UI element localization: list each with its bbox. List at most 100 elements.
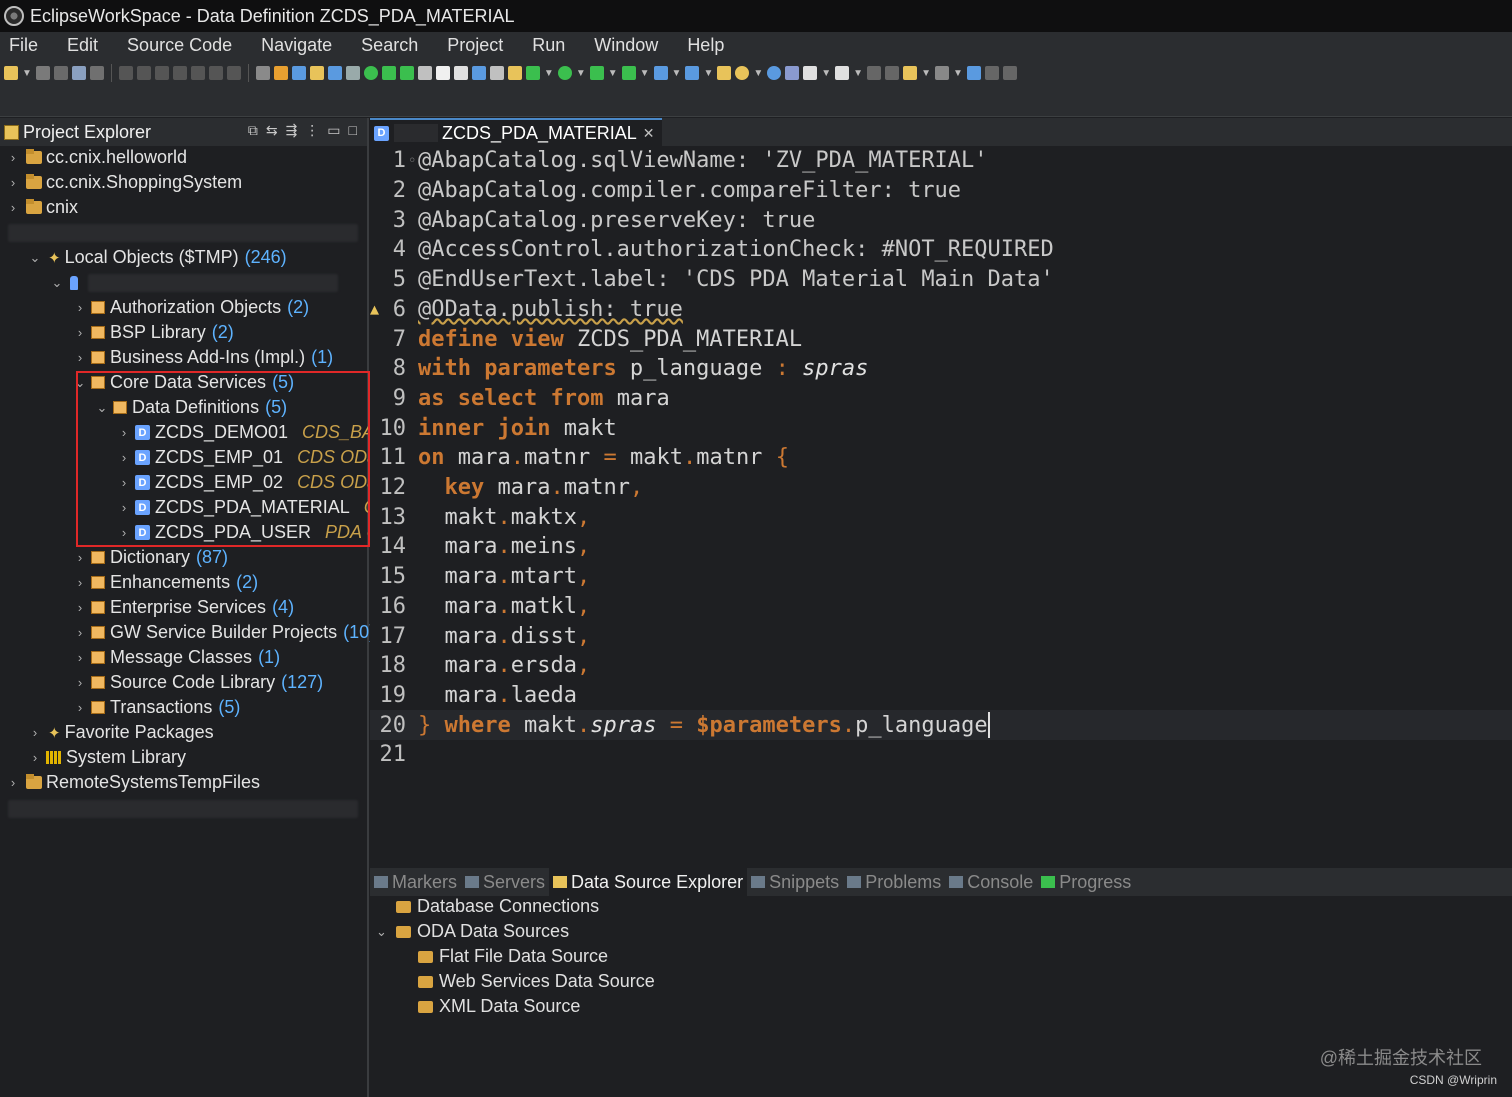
code-line-3[interactable]: 3 @AbapCatalog.preserveKey: true: [370, 205, 1512, 235]
chevron-down-icon[interactable]: ⌄: [73, 375, 87, 391]
save-icon[interactable]: [35, 66, 50, 80]
tree-item-zcds-demo01[interactable]: › D ZCDS_DEMO01 CDS_BAS: [117, 420, 386, 445]
tab-console[interactable]: Console: [945, 868, 1037, 896]
new-class-icon[interactable]: [653, 66, 668, 80]
tree-item-gw-service-builder-projects[interactable]: › GW Service Builder Projects (10): [73, 620, 375, 645]
tree-item-database-connections[interactable]: Database Connections: [396, 894, 599, 919]
tree-item-business-add-ins[interactable]: › Business Add-Ins (Impl.) (1): [73, 345, 333, 370]
menu-file[interactable]: File: [9, 35, 38, 56]
tab-snippets[interactable]: Snippets: [747, 868, 843, 896]
external-tools-icon[interactable]: [621, 66, 636, 80]
chevron-right-icon[interactable]: ›: [73, 700, 87, 715]
code-line-13[interactable]: 13 makt.maktx,: [370, 502, 1512, 532]
chevron-right-icon[interactable]: ›: [6, 175, 20, 190]
chevron-down-icon[interactable]: ⌄: [28, 250, 42, 266]
tab-problems[interactable]: Problems: [843, 868, 945, 896]
menu-run[interactable]: Run: [532, 35, 565, 56]
tree-item-core-data-services[interactable]: ⌄ Core Data Services (5): [73, 370, 295, 395]
flag-icon[interactable]: [399, 66, 414, 80]
collapse-all-icon[interactable]: ⧉: [248, 122, 258, 139]
chevron-right-icon[interactable]: ›: [73, 575, 87, 590]
code-line-7[interactable]: 7 define view ZCDS_PDA_MATERIAL: [370, 324, 1512, 354]
code-line-14[interactable]: 14 mara.meins,: [370, 532, 1512, 562]
code-line-9[interactable]: 9 as select from mara: [370, 384, 1512, 414]
new-icon[interactable]: [4, 66, 18, 80]
back-arrow-icon[interactable]: [903, 66, 918, 80]
chevron-right-icon[interactable]: ›: [73, 625, 87, 640]
tree-item-zcds-emp-01[interactable]: › D ZCDS_EMP_01 CDS ODat: [117, 445, 382, 470]
chevron-right-icon[interactable]: ›: [117, 450, 131, 465]
chevron-right-icon[interactable]: ›: [117, 475, 131, 490]
disconnect-icon[interactable]: [172, 66, 187, 80]
mapping-icon[interactable]: [489, 66, 504, 80]
forward-arrow-icon[interactable]: [934, 66, 949, 80]
tree-item-user[interactable]: ⌄: [50, 270, 338, 295]
globe-icon[interactable]: [767, 66, 782, 80]
code-editor[interactable]: 1 ◦ @AbapCatalog.sqlViewName: 'ZV_PDA_MATE…: [370, 146, 1512, 864]
chevron-right-icon[interactable]: ›: [117, 425, 131, 440]
chevron-right-icon[interactable]: ›: [73, 300, 87, 315]
project-explorer-tab[interactable]: Project Explorer: [4, 122, 151, 143]
console-icon[interactable]: [255, 66, 270, 80]
step-over-icon[interactable]: [208, 66, 223, 80]
code-line-18[interactable]: 18 mara.ersda,: [370, 651, 1512, 681]
chevron-down-icon[interactable]: ⌄: [376, 924, 396, 940]
code-line-11[interactable]: 11 on mara.matnr = makt.matnr {: [370, 443, 1512, 473]
annotation-icon[interactable]: [835, 66, 850, 80]
abap-icon[interactable]: [273, 66, 288, 80]
coverage-icon[interactable]: [589, 66, 604, 80]
search-icon[interactable]: [471, 66, 486, 80]
redo-icon[interactable]: [1002, 66, 1017, 80]
code-line-8[interactable]: 8 with parameters p_language : spras: [370, 354, 1512, 384]
step-into-icon[interactable]: [190, 66, 205, 80]
package-icon[interactable]: [309, 66, 324, 80]
fold-marker-icon[interactable]: ◦: [408, 153, 418, 169]
maximize-icon[interactable]: □: [349, 122, 357, 139]
tree-item-remote-systems-temp-files[interactable]: › RemoteSystemsTempFiles: [6, 770, 260, 795]
code-line-21[interactable]: 21: [370, 740, 1512, 770]
tree-item-system-library[interactable]: › System Library: [28, 745, 186, 770]
print-icon[interactable]: [453, 66, 468, 80]
code-line-4[interactable]: 4 @AccessControl.authorizationCheck: #NOT…: [370, 235, 1512, 265]
code-line-15[interactable]: 15 mara.mtart,: [370, 562, 1512, 592]
find-icon[interactable]: [735, 66, 750, 80]
code-line-6[interactable]: ▲ 6 @OData.publish: true: [370, 295, 1512, 325]
tool-icon[interactable]: [89, 66, 104, 80]
tree-item-enterprise-services[interactable]: › Enterprise Services (4): [73, 595, 294, 620]
step-return-icon[interactable]: [226, 66, 241, 80]
tab-progress[interactable]: Progress: [1037, 868, 1135, 896]
tab-markers[interactable]: Markers: [370, 868, 461, 896]
pin-editor-icon[interactable]: [966, 66, 981, 80]
code-line-2[interactable]: 2 @AbapCatalog.compiler.compareFilter: tr…: [370, 176, 1512, 206]
tree-item-dictionary[interactable]: › Dictionary (87): [73, 545, 228, 570]
monitor-icon[interactable]: [71, 66, 86, 80]
dropdown-arrow-icon[interactable]: ▼: [753, 68, 763, 79]
tree-item-cnix[interactable]: › cnix: [6, 195, 78, 220]
code-line-12[interactable]: 12 key mara.matnr,: [370, 473, 1512, 503]
users-icon[interactable]: [785, 66, 800, 80]
link-with-editor-icon[interactable]: ⇆: [266, 122, 278, 139]
close-icon[interactable]: ✕: [643, 125, 655, 142]
suspend-icon[interactable]: [136, 66, 151, 80]
tree-item-authorization-objects[interactable]: › Authorization Objects (2): [73, 295, 309, 320]
view-menu-icon[interactable]: ⋮: [305, 122, 319, 139]
dropdown-arrow-icon[interactable]: ▼: [22, 68, 32, 79]
tree-item-bsp-library[interactable]: › BSP Library (2): [73, 320, 234, 345]
open-type-icon[interactable]: [717, 66, 732, 80]
menu-help[interactable]: Help: [687, 35, 724, 56]
edit-icon[interactable]: [507, 66, 522, 80]
code-line-17[interactable]: 17 mara.disst,: [370, 621, 1512, 651]
tree-item-favorite-packages[interactable]: › ✦ Favorite Packages: [28, 720, 214, 745]
chevron-right-icon[interactable]: ›: [6, 150, 20, 165]
dropdown-arrow-icon[interactable]: ▼: [921, 68, 931, 79]
menu-navigate[interactable]: Navigate: [261, 35, 332, 56]
run-check-icon[interactable]: [363, 66, 378, 80]
chevron-right-icon[interactable]: ›: [117, 500, 131, 515]
menu-window[interactable]: Window: [594, 35, 658, 56]
new-item-icon[interactable]: [685, 66, 700, 80]
menu-edit[interactable]: Edit: [67, 35, 98, 56]
tree-item-message-classes[interactable]: › Message Classes (1): [73, 645, 280, 670]
chevron-down-icon[interactable]: ⌄: [50, 275, 64, 291]
run-icon[interactable]: [557, 66, 572, 80]
chevron-right-icon[interactable]: ›: [28, 725, 42, 740]
